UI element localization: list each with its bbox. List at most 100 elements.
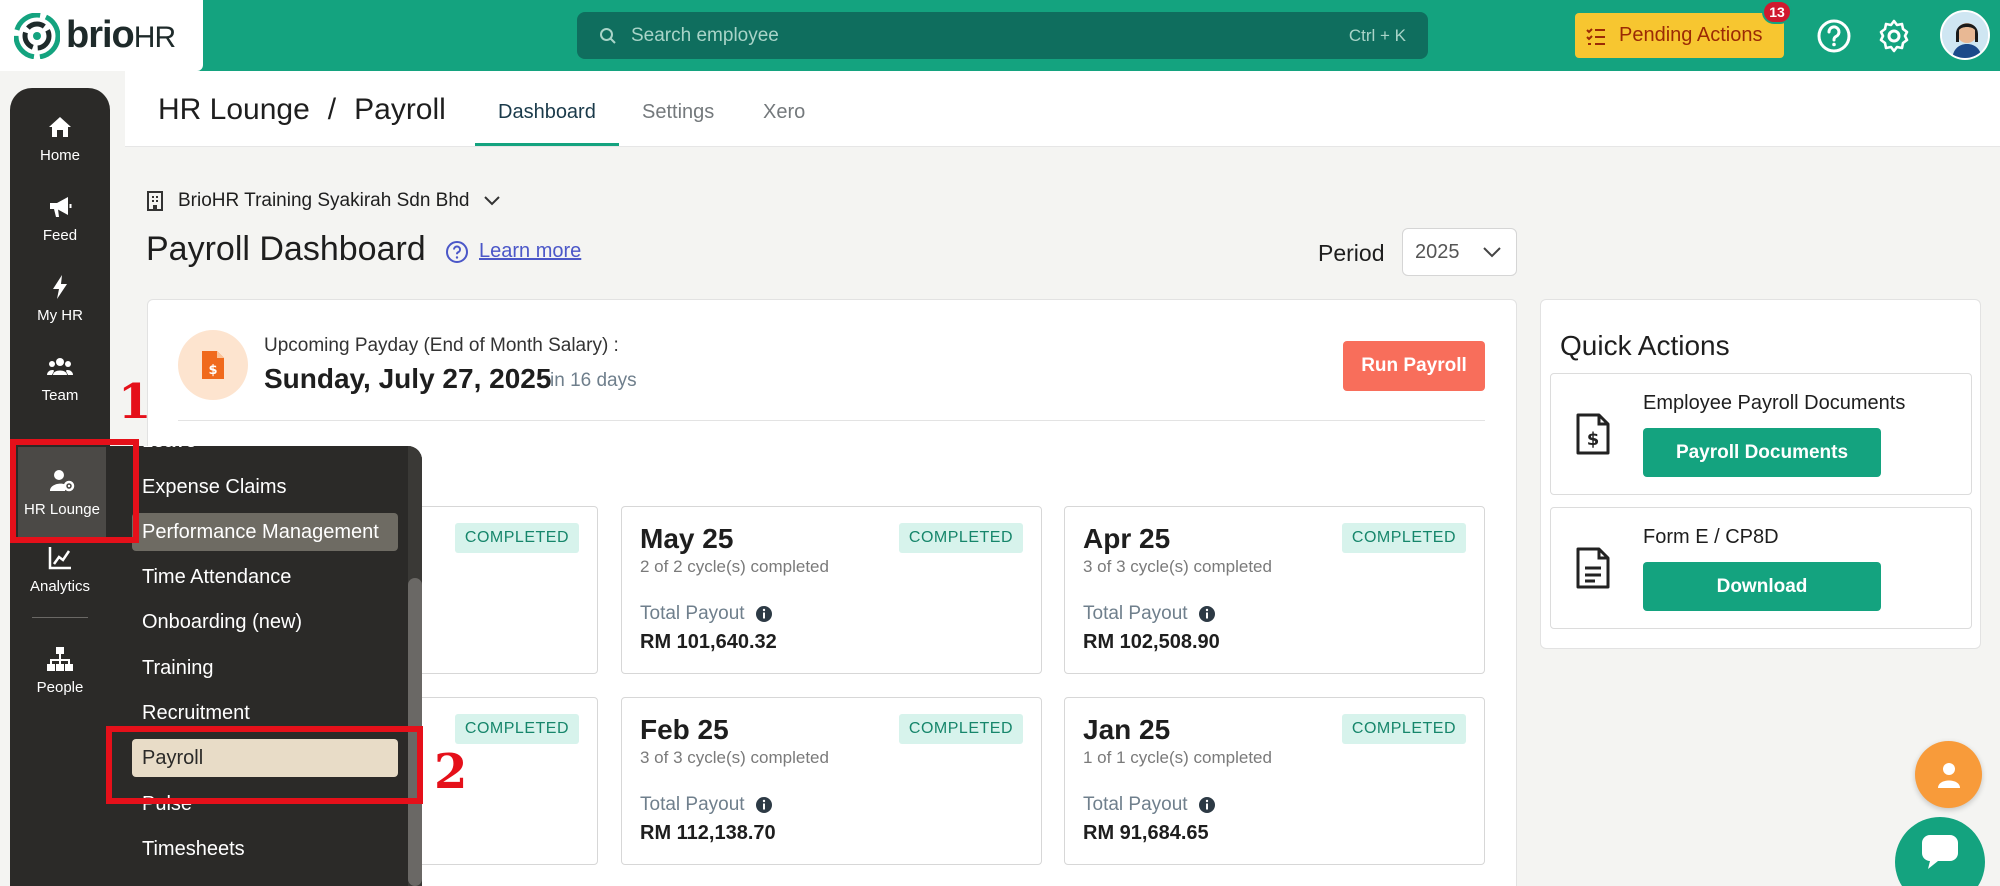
brio-logo-icon — [14, 12, 60, 59]
bolt-icon — [53, 274, 67, 299]
search-bar[interactable]: Ctrl + K — [577, 12, 1428, 59]
pending-actions-label: Pending Actions — [1619, 24, 1763, 46]
help-icon[interactable] — [1816, 18, 1852, 54]
breadcrumb-hr-lounge[interactable]: HR Lounge — [158, 93, 310, 127]
quick-action-form-e: Form E / CP8D Download — [1550, 507, 1972, 629]
card-cycles: 3 of 3 cycle(s) completed — [640, 748, 829, 767]
total-payout-label: Total Payout — [640, 603, 773, 625]
dollar-document-icon: $ — [1576, 413, 1610, 455]
sidebar-item-label: People — [36, 678, 84, 696]
active-tab-indicator — [475, 143, 619, 146]
payday-label: Upcoming Payday (End of Month Salary) : — [264, 335, 619, 356]
company-selector[interactable]: BrioHR Training Syakirah Sdn Bhd — [146, 190, 501, 212]
info-icon[interactable] — [1198, 796, 1216, 814]
pending-count-badge: 13 — [1762, 0, 1792, 24]
quick-action-label: Employee Payroll Documents — [1643, 392, 1906, 414]
checklist-icon — [1586, 27, 1605, 45]
total-payout-value: RM 112,138.70 — [640, 822, 776, 844]
sidebar-item-people[interactable]: People — [10, 632, 110, 708]
flyout-item-training[interactable]: Training — [132, 649, 398, 687]
tab-settings[interactable]: Settings — [642, 101, 714, 124]
svg-text:$: $ — [1587, 429, 1600, 450]
flyout-item-leave[interactable]: Leave — [132, 446, 398, 460]
status-badge: COMPLETED — [898, 714, 1023, 744]
sidebar-item-label: Analytics — [29, 577, 91, 595]
pending-actions-button[interactable]: Pending Actions — [1575, 13, 1784, 58]
info-icon[interactable] — [755, 796, 773, 814]
total-payout-label: Total Payout — [640, 794, 773, 816]
search-input[interactable] — [631, 24, 1349, 47]
learn-more-link[interactable]: Learn more — [479, 240, 581, 263]
flyout-item-onboarding[interactable]: Onboarding (new) — [132, 603, 398, 641]
org-chart-icon — [47, 646, 73, 671]
status-badge: COMPLETED — [454, 714, 579, 744]
period-select[interactable]: 2025 — [1402, 228, 1517, 276]
user-avatar[interactable] — [1940, 10, 1990, 60]
card-cycles: 2 of 2 cycle(s) completed — [640, 557, 829, 576]
annotation-step-1: 1 — [118, 374, 152, 430]
svg-text:$: $ — [208, 363, 217, 378]
card-cycles: 3 of 3 cycle(s) completed — [1083, 557, 1272, 576]
card-divider — [178, 420, 1485, 421]
total-payout-value: RM 102,508.90 — [1083, 631, 1220, 653]
status-badge: COMPLETED — [454, 523, 579, 553]
tab-xero[interactable]: Xero — [763, 101, 805, 124]
tab-dashboard[interactable]: Dashboard — [498, 101, 596, 124]
annotation-box-hr-lounge — [10, 439, 139, 543]
chat-icon — [1922, 835, 1958, 869]
breadcrumb: HR Lounge / Payroll — [158, 93, 446, 127]
total-payout-value: RM 101,640.32 — [640, 631, 777, 653]
home-icon — [49, 116, 71, 137]
sidebar-item-team[interactable]: Team — [10, 340, 110, 416]
payroll-month-card[interactable]: Feb 25 3 of 3 cycle(s) completed COMPLET… — [621, 697, 1042, 865]
megaphone-icon — [50, 196, 72, 217]
annotation-step-2: 2 — [434, 744, 468, 800]
sidebar-item-label: Home — [39, 146, 80, 164]
breadcrumb-separator: / — [327, 93, 337, 126]
quick-action-label: Form E / CP8D — [1643, 526, 1779, 548]
card-month: Feb 25 — [640, 714, 729, 745]
analytics-icon — [48, 546, 71, 569]
flyout-item-time-attendance[interactable]: Time Attendance — [132, 558, 398, 596]
flyout-item-timesheets[interactable]: Timesheets — [132, 830, 398, 868]
payday-countdown: in 16 days — [550, 370, 637, 391]
download-button[interactable]: Download — [1643, 562, 1881, 611]
question-circle-icon[interactable] — [445, 240, 469, 264]
building-icon — [147, 191, 163, 211]
card-cycles: 1 of 1 cycle(s) completed — [1083, 748, 1272, 767]
period-value: 2025 — [1415, 240, 1460, 263]
run-payroll-button[interactable]: Run Payroll — [1343, 341, 1485, 391]
payday-icon-wrap: $ — [178, 330, 248, 400]
info-icon[interactable] — [755, 605, 773, 623]
info-icon[interactable] — [1198, 605, 1216, 623]
total-payout-label: Total Payout — [1083, 794, 1216, 816]
brand-logo[interactable]: brioHR — [0, 0, 203, 71]
gear-icon[interactable] — [1876, 18, 1912, 54]
status-badge: COMPLETED — [1341, 714, 1466, 744]
team-icon — [47, 357, 73, 375]
page-header: HR Lounge / Payroll Dashboard Settings X… — [125, 71, 2000, 147]
chat-widget-button[interactable] — [1895, 817, 1985, 886]
invoice-dollar-icon: $ — [202, 351, 224, 379]
quick-action-payroll-documents: $ Employee Payroll Documents Payroll Doc… — [1550, 373, 1972, 495]
payroll-month-card[interactable]: May 25 2 of 2 cycle(s) completed COMPLET… — [621, 506, 1042, 674]
user-icon — [1937, 762, 1960, 788]
sidebar-item-home[interactable]: Home — [10, 100, 110, 176]
payday-date: Sunday, July 27, 2025 — [264, 363, 552, 394]
brand-name: brioHR — [66, 14, 176, 56]
payroll-documents-button[interactable]: Payroll Documents — [1643, 428, 1881, 477]
card-month: Jan 25 — [1083, 714, 1171, 745]
sidebar-item-feed[interactable]: Feed — [10, 180, 110, 256]
payroll-month-card[interactable]: Apr 25 3 of 3 cycle(s) completed COMPLET… — [1064, 506, 1485, 674]
profile-fab[interactable] — [1915, 741, 1982, 808]
status-badge: COMPLETED — [898, 523, 1023, 553]
period-label: Period — [1318, 240, 1385, 266]
hr-lounge-flyout-menu: Leave Expense Claims Performance Managem… — [110, 446, 422, 886]
payroll-month-card[interactable]: Jan 25 1 of 1 cycle(s) completed COMPLET… — [1064, 697, 1485, 865]
flyout-item-expense-claims[interactable]: Expense Claims — [132, 468, 398, 506]
quick-actions-title: Quick Actions — [1560, 330, 1730, 361]
flyout-item-performance-management[interactable]: Performance Management — [132, 513, 398, 551]
sidebar-item-analytics[interactable]: Analytics — [10, 536, 110, 602]
sidebar-item-my-hr[interactable]: My HR — [10, 260, 110, 336]
document-icon — [1576, 547, 1610, 589]
